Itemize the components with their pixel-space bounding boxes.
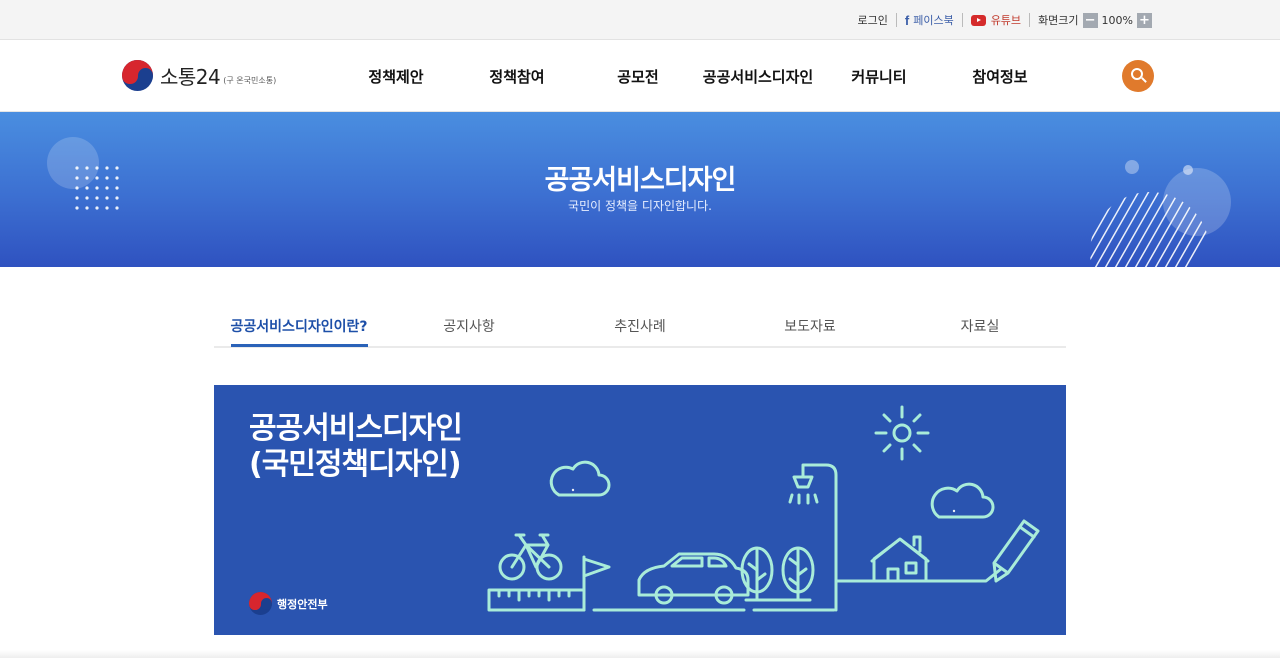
login-link[interactable]: 로그인 [857,12,887,28]
cloud-icon [549,460,611,497]
main-menu: 정책제안 정책참여 공모전 공공서비스디자인 커뮤니티 참여정보 [0,40,1280,112]
tree-icon [740,546,815,602]
cloud-icon [930,482,995,519]
menu-item-policy-participation[interactable]: 정책참여 [489,66,544,87]
zoom-value: 100% [1101,13,1133,27]
utility-links: 로그인 f 페이스북 유튜브 화면크기 − 100% + [857,0,1156,40]
page-title: 공공서비스디자인 [544,165,737,196]
pencil-icon [992,519,1040,583]
divider [1029,13,1031,27]
house-icon [870,535,930,583]
flag-icon [582,555,611,612]
bicycle-icon [498,533,563,581]
menu-item-policy-proposal[interactable]: 정책제안 [368,66,423,87]
zoom-out-button[interactable]: − [1082,12,1098,28]
youtube-link[interactable]: 유튜브 [991,12,1021,28]
zoom-label: 화면크기 [1038,14,1079,27]
tab-about[interactable]: 공공서비스디자인이란? [231,316,368,336]
section-tabs: 공공서비스디자인이란? 공지사항 추진사례 보도자료 자료실 [214,300,1066,348]
tab-archive[interactable]: 자료실 [961,316,1000,336]
page-bottom-shadow [0,650,1280,658]
tab-press[interactable]: 보도자료 [784,316,836,336]
menu-item-contest[interactable]: 공모전 [617,66,658,87]
sun-icon [874,405,930,461]
ruler-icon [487,588,586,612]
menu-item-participation-info[interactable]: 참여정보 [972,66,1027,87]
main-header: 소통24 (구 온국민소통) 정책제안 정책참여 공모전 공공서비스디자인 커뮤… [0,40,1280,112]
facebook-icon[interactable]: f [905,13,909,28]
utility-bar: 로그인 f 페이스북 유튜브 화면크기 − 100% + [0,0,1280,40]
tab-notices[interactable]: 공지사항 [443,316,495,336]
search-button[interactable] [1122,60,1154,92]
page-subtitle: 국민이 정책을 디자인합니다. [568,199,712,213]
menu-item-community[interactable]: 커뮤니티 [851,66,906,87]
divider [961,13,963,27]
intro-banner: 공공서비스디자인 (국민정책디자인) 행정안전부 [214,385,1066,635]
youtube-icon[interactable] [970,14,986,26]
facebook-link[interactable]: 페이스북 [913,12,953,28]
menu-item-public-service-design[interactable]: 공공서비스디자인 [703,66,813,87]
active-tab-indicator [231,344,368,347]
zoom-in-button[interactable]: + [1137,12,1152,28]
car-icon [637,552,750,605]
tab-cases[interactable]: 추진사례 [614,316,666,336]
service-design-illustration [487,405,1040,612]
hero-banner: 공공서비스디자인 국민이 정책을 디자인합니다. [0,112,1280,267]
divider [895,13,897,27]
